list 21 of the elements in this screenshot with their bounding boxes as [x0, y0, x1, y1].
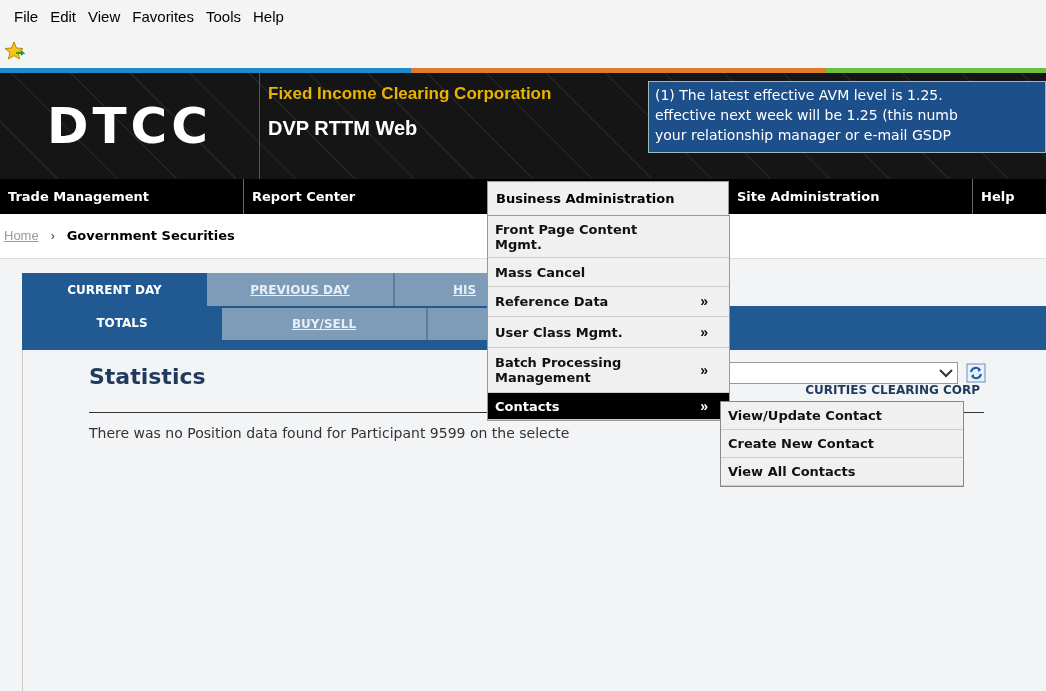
submenu-marker: » — [700, 322, 708, 342]
breadcrumb-current: Government Securities — [66, 227, 235, 246]
section-title: Statistics — [89, 363, 206, 391]
submenu-marker: » — [700, 292, 708, 311]
submenu-marker: » — [700, 396, 708, 416]
menu-label: Front Page Content Mgmt. — [495, 221, 639, 252]
menu-label: User Class Mgmt. — [495, 324, 624, 340]
submenu-marker: » — [700, 360, 708, 380]
notice-text: your relationship manager or e-mail GSDP — [655, 126, 952, 145]
app-title: DVP RTTM Web — [268, 115, 419, 141]
breadcrumb-separator: › — [50, 228, 55, 245]
menu-label: Mass Cancel — [495, 264, 587, 280]
menu-label: Contacts — [495, 398, 561, 414]
notice-text: (1) The latest effective AVM level is 1.25. — [655, 86, 944, 105]
notice-text: effective next week will be 1.25 (this numb — [655, 106, 959, 125]
menu-label: Reference Data — [495, 294, 610, 309]
participant-name: CURITIES CLEARING CORP — [805, 384, 980, 397]
logo: DTCC — [47, 95, 212, 157]
menu-label: Batch Processing Management — [495, 355, 623, 385]
empty-message: There was no Position data found for Participant 9599 on the selecte — [89, 424, 570, 443]
company-name: Fixed Income Clearing Corporation — [268, 83, 553, 105]
